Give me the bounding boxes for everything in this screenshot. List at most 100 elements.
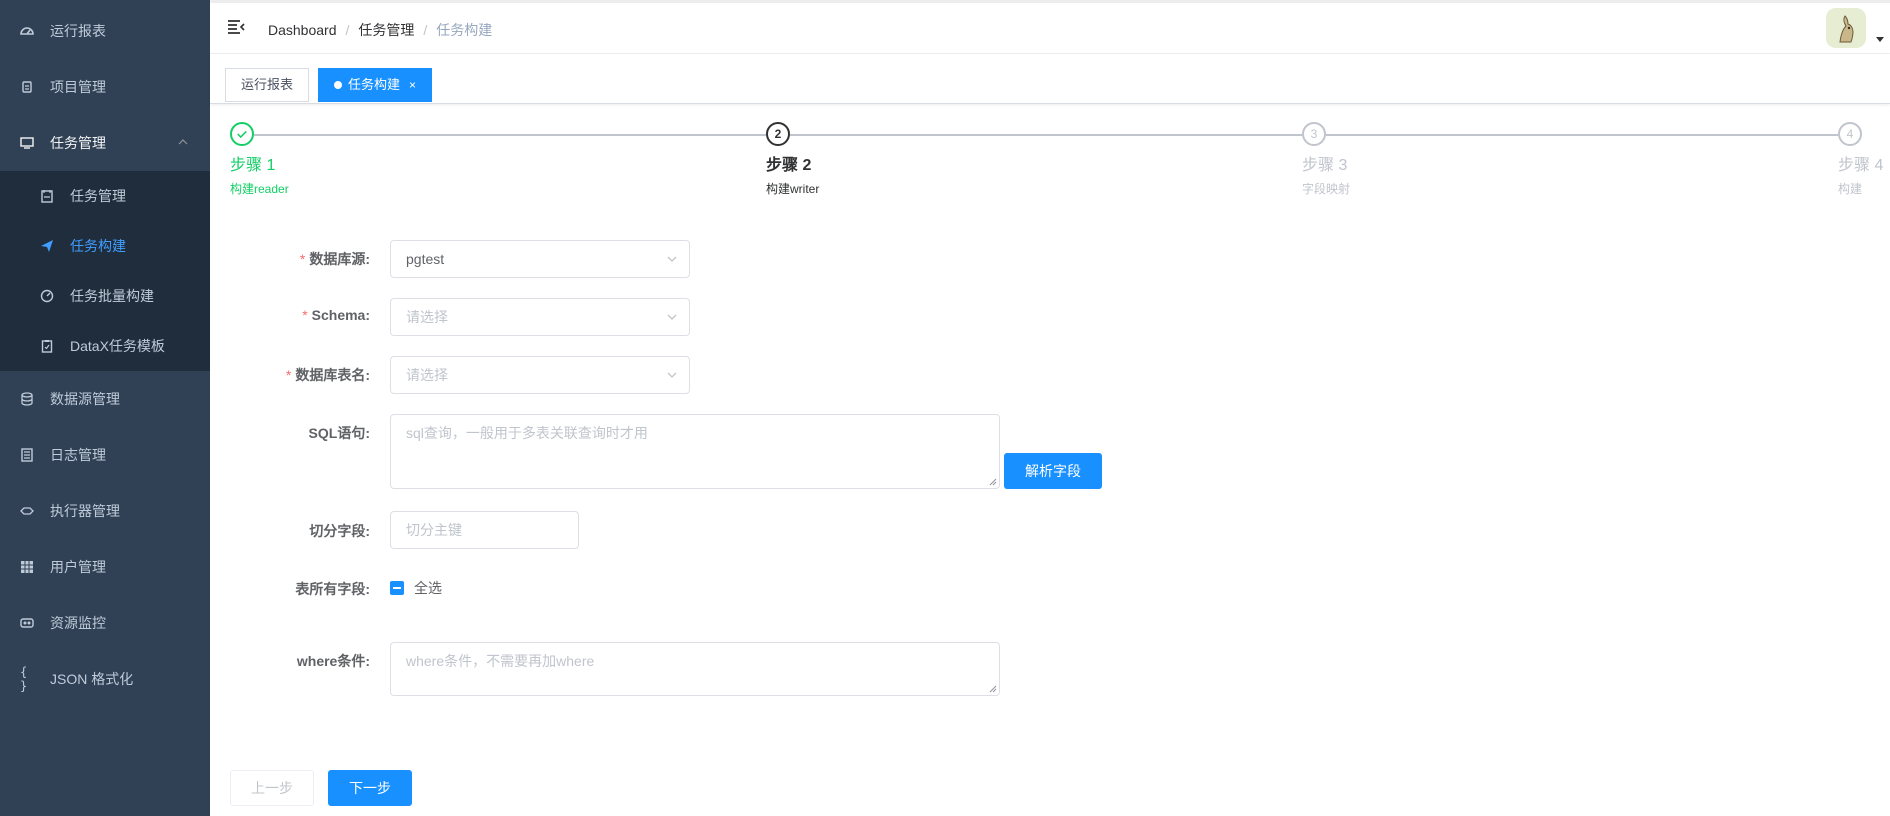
where-textarea[interactable]: where条件，不需要再加where — [390, 642, 1000, 696]
table-icon — [20, 560, 34, 574]
where-label: where条件: — [296, 653, 370, 669]
sql-placeholder: sql查询，一般用于多表关联查询时才用 — [406, 425, 648, 441]
sidebar-item-datax-template[interactable]: DataX任务模板 — [0, 321, 210, 371]
breadcrumb-current: 任务构建 — [436, 22, 493, 38]
database-icon — [20, 392, 34, 406]
clipboard-icon — [40, 339, 54, 353]
split-input[interactable]: 切分主键 — [390, 511, 579, 549]
select-all-checkbox[interactable]: 全选 — [390, 578, 442, 598]
chevron-down-icon — [667, 314, 677, 320]
chevron-down-icon — [667, 372, 677, 378]
step-title: 步骤 1 — [230, 157, 276, 174]
step-connector — [790, 134, 1302, 136]
sidebar-item-label: 任务管理 — [70, 188, 126, 204]
sidebar-item-label: 数据源管理 — [50, 391, 120, 407]
step-connector — [1326, 134, 1838, 136]
tag-run-report[interactable]: 运行报表 — [225, 68, 310, 102]
schema-label: * Schema: — [302, 307, 370, 323]
calendar-icon — [40, 189, 54, 203]
sidebar-item-label: JSON 格式化 — [50, 671, 134, 687]
sidebar-item-label: 任务管理 — [50, 135, 106, 151]
gauge-icon — [40, 289, 54, 303]
table-label: * 数据库表名: — [285, 367, 370, 383]
step-title: 步骤 3 — [1302, 157, 1348, 174]
hamburger-icon[interactable] — [227, 18, 245, 36]
datasource-value: pgtest — [406, 251, 445, 267]
active-dot-icon — [334, 81, 342, 89]
sql-label: SQL语句: — [308, 425, 370, 441]
table-placeholder: 请选择 — [406, 367, 448, 383]
tag-label: 任务构建 — [348, 77, 401, 92]
step-number: 2 — [766, 122, 790, 146]
navbar: Dashboard / 任务管理 / 任务构建 — [210, 0, 1890, 54]
sidebar-item-project[interactable]: 项目管理 — [0, 59, 210, 115]
breadcrumb-dashboard[interactable]: Dashboard — [268, 22, 337, 38]
step-2: 2 步骤 2 构建writer — [766, 122, 819, 197]
split-placeholder: 切分主键 — [406, 522, 462, 538]
breadcrumb-separator: / — [423, 22, 428, 38]
executor-icon — [20, 504, 34, 518]
schema-placeholder: 请选择 — [406, 309, 448, 325]
dashboard-icon — [20, 24, 34, 38]
tags-view: 运行报表 任务构建 × — [210, 54, 1890, 104]
next-step-button[interactable]: 下一步 — [328, 770, 412, 806]
select-all-label: 全选 — [414, 580, 442, 596]
breadcrumb-separator: / — [345, 22, 350, 38]
sidebar-item-dashboard[interactable]: 运行报表 — [0, 3, 210, 59]
step-title: 步骤 4 — [1838, 157, 1884, 174]
submenu-task: 任务管理 任务构建 任务批量构建 DataX任务模板 — [0, 171, 210, 371]
sidebar-item-label: 日志管理 — [50, 447, 106, 463]
step-number: 4 — [1838, 122, 1862, 146]
sidebar-item-task[interactable]: 任务管理 — [0, 115, 210, 171]
resource-icon — [20, 616, 34, 630]
indeterminate-checkbox-icon[interactable] — [390, 581, 404, 595]
datasource-select[interactable]: pgtest — [390, 240, 690, 278]
sidebar-item-label: 执行器管理 — [50, 503, 120, 519]
paper-plane-icon — [40, 239, 54, 253]
breadcrumb: Dashboard / 任务管理 / 任务构建 — [268, 20, 492, 40]
step-4: 4 步骤 4 构建 — [1838, 122, 1883, 197]
step-title: 步骤 2 — [766, 157, 812, 174]
sidebar-item-label: 资源监控 — [50, 615, 106, 631]
caret-down-icon[interactable] — [1876, 37, 1884, 42]
parse-fields-button[interactable]: 解析字段 — [1004, 453, 1102, 489]
sidebar-item-resource[interactable]: 资源监控 — [0, 595, 210, 651]
sidebar-item-label: 用户管理 — [50, 559, 106, 575]
braces-icon: { } — [20, 665, 28, 693]
sidebar-item-label: 项目管理 — [50, 79, 106, 95]
sidebar-item-label: 运行报表 — [50, 23, 106, 39]
step-desc: 构建 — [1838, 182, 1863, 196]
tag-task-build[interactable]: 任务构建 × — [318, 68, 433, 102]
sql-textarea[interactable]: sql查询，一般用于多表关联查询时才用 — [390, 414, 1000, 489]
project-icon — [20, 80, 34, 94]
resize-grip-icon[interactable] — [989, 685, 997, 693]
chevron-up-icon — [178, 139, 188, 145]
all-fields-label: 表所有字段: — [295, 581, 370, 597]
schema-select[interactable]: 请选择 — [390, 298, 690, 336]
avatar[interactable] — [1826, 8, 1866, 48]
sidebar-item-label: 任务构建 — [70, 238, 126, 254]
step-desc: 构建reader — [230, 182, 289, 196]
check-icon — [230, 122, 254, 146]
table-select[interactable]: 请选择 — [390, 356, 690, 394]
close-icon[interactable]: × — [409, 69, 416, 101]
datasource-label: * 数据库源: — [299, 251, 370, 267]
sidebar-item-task-manage[interactable]: 任务管理 — [0, 171, 210, 221]
monitor-icon — [20, 136, 34, 150]
document-icon — [20, 448, 34, 462]
step-connector — [254, 134, 766, 136]
prev-step-button[interactable]: 上一步 — [230, 770, 314, 806]
step-3: 3 步骤 3 字段映射 — [1302, 122, 1350, 197]
step-desc: 字段映射 — [1302, 182, 1351, 196]
chevron-down-icon — [667, 256, 677, 262]
sidebar: 运行报表 项目管理 任务管理 任务管理 任务构建 任务批量构建 DataX任务模… — [0, 0, 210, 816]
breadcrumb-task-manage[interactable]: 任务管理 — [358, 20, 414, 40]
sidebar-item-label: 任务批量构建 — [70, 288, 154, 304]
step-desc: 构建writer — [766, 182, 820, 196]
where-placeholder: where条件，不需要再加where — [406, 653, 595, 669]
resize-grip-icon[interactable] — [989, 478, 997, 486]
tag-label: 运行报表 — [241, 77, 294, 92]
step-number: 3 — [1302, 122, 1326, 146]
steps: 步骤 1 构建reader 2 步骤 2 构建writer 3 步骤 3 字段映… — [230, 122, 1885, 202]
split-label: 切分字段: — [309, 523, 370, 539]
